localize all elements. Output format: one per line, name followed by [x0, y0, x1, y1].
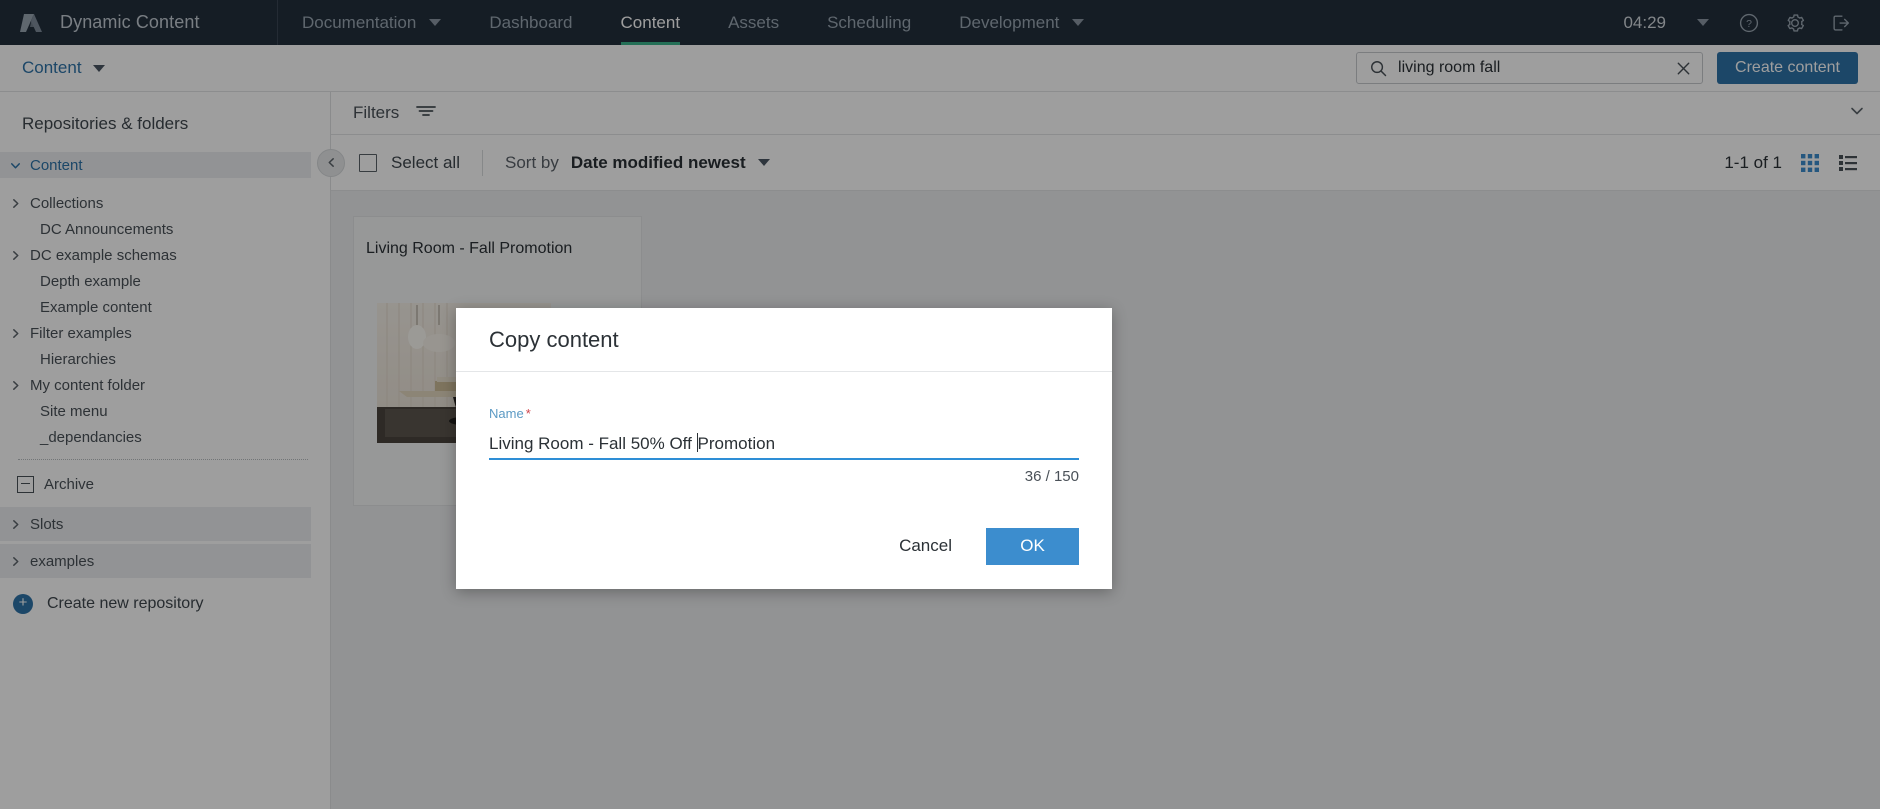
app-root: Dynamic Content Documentation Dashboard … — [0, 0, 1880, 809]
dialog-body: Name * Living Room - Fall 50% Off Promoti… — [456, 372, 1112, 503]
name-input-value-after-caret: Promotion — [697, 434, 776, 453]
ok-button[interactable]: OK — [986, 527, 1079, 565]
cancel-button[interactable]: Cancel — [875, 526, 976, 566]
required-marker: * — [525, 406, 531, 421]
dialog-header: Copy content — [456, 308, 1112, 372]
character-counter: 36 / 150 — [1024, 468, 1079, 485]
name-input-value-before-caret: Living Room - Fall 50% Off — [489, 434, 697, 453]
copy-content-dialog: Copy content Name * Living Room - Fall 50… — [456, 308, 1112, 589]
name-input[interactable]: Living Room - Fall 50% Off Promotion — [489, 432, 1079, 460]
name-field-label: Name — [489, 406, 524, 421]
dialog-footer: Cancel OK — [456, 503, 1112, 589]
name-field-label-row: Name * — [489, 405, 1079, 423]
dialog-title: Copy content — [489, 326, 619, 352]
